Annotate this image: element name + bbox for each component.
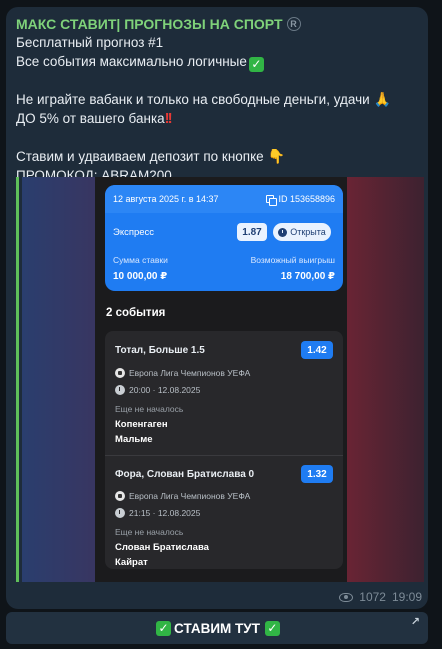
- event-title: Фора, Слован Братислава 0: [115, 469, 255, 480]
- registered-icon: R: [286, 17, 301, 31]
- text-line: Ставим и удваиваем депозит по кнопке 👇: [16, 147, 420, 166]
- bet-screenshot[interactable]: 12 августа 2025 г. в 14:37 ID 153658896 …: [16, 177, 424, 582]
- win-value: 18 700,00 ₽: [280, 271, 335, 282]
- channel-name[interactable]: МАКС СТАВИТ| ПРОГНОЗЫ НА СПОРТ R: [16, 15, 420, 33]
- event-title: Тотал, Больше 1.5: [115, 345, 205, 356]
- external-link-icon: ↗: [410, 616, 420, 628]
- event-team-away: Кайрат: [115, 557, 148, 568]
- divider: [105, 455, 343, 456]
- text-line-1: Бесплатный прогноз #1: [16, 35, 164, 50]
- message-time: 19:09: [391, 590, 422, 604]
- point-down-icon: 👇: [267, 148, 285, 164]
- total-odds: 1.87: [237, 223, 267, 241]
- message-meta: 1072 19:09: [339, 590, 422, 604]
- events-list: Тотал, Больше 1.5 1.42 Европа Лига Чемпи…: [105, 331, 343, 569]
- event-datetime: 20:00 · 12.08.2025: [115, 385, 200, 395]
- text-line-2: Все события максимально логичные: [16, 54, 247, 69]
- bet-status: Открыта: [273, 223, 331, 241]
- bet-status-label: Открыта: [290, 227, 326, 237]
- event-team-away: Мальме: [115, 434, 153, 445]
- channel-title[interactable]: МАКС СТАВИТ| ПРОГНОЗЫ НА СПОРТ: [16, 16, 283, 32]
- event-status: Еще не началось: [115, 404, 184, 414]
- event-team-home: Слован Братислава: [115, 542, 209, 553]
- event-datetime-label: 20:00 · 12.08.2025: [129, 385, 201, 395]
- text-line: Не играйте вабанк и только на свободные …: [16, 90, 420, 109]
- text-line-3: Не играйте вабанк и только на свободные …: [16, 92, 370, 107]
- bet-slip-screen: 12 августа 2025 г. в 14:37 ID 153658896 …: [95, 177, 347, 582]
- check-icon: ✓: [248, 57, 264, 72]
- event-league: Европа Лига Чемпионов УЕФА: [115, 491, 250, 501]
- clock-icon: [278, 227, 288, 237]
- events-title: 2 события: [106, 307, 166, 319]
- check-icon: ✓: [156, 620, 172, 636]
- double-exclamation-icon: !!: [164, 110, 173, 127]
- stake-label: Сумма ставки: [113, 255, 168, 265]
- stake-value: 10 000,00 ₽: [113, 271, 168, 282]
- view-count: 1072: [359, 590, 386, 604]
- clock-icon: [115, 508, 125, 518]
- eye-icon: [339, 592, 354, 602]
- event-odds: 1.32: [301, 465, 333, 483]
- ticket-date: 12 августа 2025 г. в 14:37: [113, 194, 219, 204]
- event-datetime-label: 21:15 · 12.08.2025: [129, 508, 201, 518]
- event-datetime: 21:15 · 12.08.2025: [115, 508, 200, 518]
- check-icon: ✓: [264, 620, 280, 636]
- win-label: Возможный выигрыш: [250, 255, 335, 265]
- event-league: Европа Лига Чемпионов УЕФА: [115, 368, 250, 378]
- message-text: Бесплатный прогноз #1 Все события максим…: [16, 33, 420, 185]
- bet-type: Экспресс: [113, 227, 155, 238]
- text-line: Бесплатный прогноз #1: [16, 33, 420, 52]
- bet-ticket: 12 августа 2025 г. в 14:37 ID 153658896 …: [105, 185, 343, 291]
- event-status: Еще не началось: [115, 527, 184, 537]
- event-league-label: Европа Лига Чемпионов УЕФА: [129, 491, 251, 501]
- bet-here-label: СТАВИМ ТУТ: [174, 620, 260, 636]
- text-line: ДО 5% от вашего банка!!: [16, 109, 420, 128]
- text-line: Все события максимально логичные ✓: [16, 52, 420, 72]
- event-odds: 1.42: [301, 341, 333, 359]
- pray-icon: 🙏: [373, 91, 391, 107]
- event-team-home: Копенгаген: [115, 419, 168, 430]
- soccer-ball-icon: [115, 368, 125, 378]
- ticket-id: ID 153658896: [278, 194, 335, 204]
- event-league-label: Европа Лига Чемпионов УЕФА: [129, 368, 251, 378]
- copy-icon: [266, 194, 278, 206]
- bet-here-button[interactable]: ✓ СТАВИМ ТУТ ✓ ↗: [6, 612, 428, 644]
- text-line-5: Ставим и удваиваем депозит по кнопке: [16, 149, 264, 164]
- clock-icon: [115, 385, 125, 395]
- text-line-4: ДО 5% от вашего банка: [16, 111, 165, 126]
- soccer-ball-icon: [115, 491, 125, 501]
